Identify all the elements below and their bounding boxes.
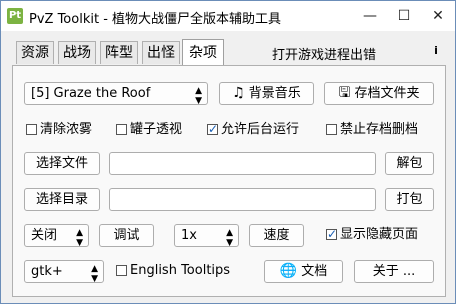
status-message: 打开游戏进程出错 [272,48,377,63]
title-bar[interactable]: Pt PvZ Toolkit - 植物大战僵尸全版本辅助工具 — ☐ ✕ [1,1,455,31]
window-content: 资源 战场 阵型 出怪 杂项 打开游戏进程出错 i [5] Graze the … [1,31,455,303]
no-delete-save-checkbox[interactable]: 禁止存档删档 [326,122,418,138]
tab-battlefield[interactable]: 战场 [58,41,96,64]
debug-mode-value: 关闭 [31,228,58,243]
info-icon[interactable]: i [429,44,443,58]
updown-arrow-icon: ▲ ▼ [76,228,83,248]
app-icon: Pt [7,8,23,24]
debug-button[interactable]: 调试 [99,224,154,247]
globe-icon: 🌐 [279,263,298,279]
minimize-button[interactable]: — [353,1,387,31]
checkbox-box-checked [207,121,218,137]
music-note-icon: ♫ [232,85,245,101]
background-run-label: 允许后台运行 [221,122,300,137]
close-button[interactable]: ✕ [421,1,455,31]
bgm-button[interactable]: ♫ 背景音乐 [219,82,314,105]
theme-value: gtk+ [31,264,63,279]
clear-fog-label: 清除浓雾 [40,122,93,137]
file-path-input[interactable] [109,152,376,175]
english-tooltips-checkbox[interactable]: English Tooltips [116,263,230,279]
checkbox-box [116,265,127,276]
updown-arrow-icon: ▲ ▼ [226,228,233,248]
directory-path-input[interactable] [109,188,376,211]
vase-transparent-checkbox[interactable]: 罐子透视 [116,122,182,138]
level-select-value: [5] Graze the Roof [31,86,151,101]
save-folder-button[interactable]: 🖫 存档文件夹 [324,82,434,105]
tab-resources[interactable]: 资源 [16,41,54,64]
show-hidden-pages-checkbox[interactable]: 显示隐藏页面 [326,226,419,243]
checkbox-box [26,124,37,135]
speed-value: 1x [181,228,197,243]
select-directory-button[interactable]: 选择目录 [24,188,100,211]
tab-spawn[interactable]: 出怪 [142,41,180,64]
main-window: Pt PvZ Toolkit - 植物大战僵尸全版本辅助工具 — ☐ ✕ 资源 … [0,0,456,304]
bgm-label: 背景音乐 [248,86,301,101]
speed-button[interactable]: 速度 [249,224,304,247]
docs-button[interactable]: 🌐 文档 [264,260,343,283]
pack-button[interactable]: 打包 [385,188,434,211]
theme-select[interactable]: gtk+ ▲ ▼ [24,260,104,284]
save-folder-label: 存档文件夹 [354,86,420,101]
show-hidden-pages-label: 显示隐藏页面 [340,227,419,242]
floppy-disk-icon: 🖫 [338,85,351,101]
about-button[interactable]: 关于 ... [354,260,434,283]
checkbox-box [326,124,337,135]
tab-formation[interactable]: 阵型 [100,41,138,64]
level-select[interactable]: [5] Graze the Roof ▲ ▼ [24,82,208,106]
tab-misc[interactable]: 杂项 [182,39,224,65]
checkbox-box [116,124,127,135]
docs-label: 文档 [301,264,328,279]
debug-mode-select[interactable]: 关闭 ▲ ▼ [24,224,89,248]
background-run-checkbox[interactable]: 允许后台运行 [207,121,300,138]
select-file-button[interactable]: 选择文件 [24,152,100,175]
misc-panel: [5] Graze the Roof ▲ ▼ ♫ 背景音乐 🖫 存档文件夹 清除浓雾 … [12,65,446,297]
vase-transparent-label: 罐子透视 [130,122,183,137]
no-delete-save-label: 禁止存档删档 [340,122,419,137]
unpack-button[interactable]: 解包 [385,152,434,175]
maximize-button[interactable]: ☐ [387,1,421,31]
updown-arrow-icon: ▲ ▼ [195,86,202,106]
speed-select[interactable]: 1x ▲ ▼ [174,224,239,248]
english-tooltips-label: English Tooltips [130,263,231,278]
window-title: PvZ Toolkit - 植物大战僵尸全版本辅助工具 [29,12,282,27]
checkbox-box-checked [326,226,337,242]
clear-fog-checkbox[interactable]: 清除浓雾 [26,122,92,138]
updown-arrow-icon: ▲ ▼ [91,264,98,284]
